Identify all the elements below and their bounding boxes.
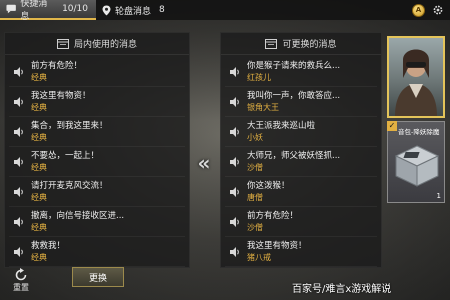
message-source: 沙僧 (247, 222, 263, 232)
replace-button[interactable]: 更换 (72, 267, 124, 287)
character-card[interactable] (387, 36, 445, 118)
message-title: 我这里有物资！ (247, 240, 307, 251)
reset-button[interactable]: 重置 (8, 268, 34, 296)
refresh-icon (15, 268, 27, 281)
message-item[interactable]: 你是猴子请来的救兵么... 红孩儿 (225, 57, 377, 87)
message-item[interactable]: 我这里有物资！ 猪八戒 (225, 237, 377, 267)
top-right-controls: A (412, 3, 450, 17)
message-source: 经典 (31, 132, 47, 142)
message-source: 经典 (31, 192, 47, 202)
chevron-left-icon[interactable]: « (193, 150, 215, 176)
speaker-icon (230, 96, 239, 107)
watermark-text: 百家号/难言x游戏解说 (292, 284, 392, 295)
message-item[interactable]: 我叫你一声，你敢答应... 银角大王 (225, 87, 377, 117)
speaker-icon (230, 186, 239, 197)
message-item[interactable]: 前方有危险！ 沙僧 (225, 207, 377, 237)
tab-quick-messages[interactable]: 快捷消息 10/10 (0, 0, 96, 22)
message-title: 前方有危险！ (247, 210, 299, 221)
message-item[interactable]: 你这泼猴！ 唐僧 (225, 177, 377, 207)
message-title: 大王派我来巡山啦 (247, 120, 316, 131)
message-source: 经典 (31, 222, 47, 232)
speaker-icon (14, 66, 23, 77)
message-title: 不要怂，一起上！ (31, 150, 100, 161)
message-item[interactable]: 集合，到我这里来！ 经典 (9, 117, 185, 147)
speaker-icon (230, 246, 239, 257)
replaceable-messages-panel: 可更换的消息 你是猴子请来的救兵么... 红孩儿 我叫你一声，你敢答应... 银… (220, 32, 382, 268)
tab-wheel-label: 轮盘消息 (115, 6, 152, 17)
speaker-icon (14, 156, 23, 167)
message-title: 前方有危险！ (31, 60, 83, 71)
message-title: 集合，到我这里来！ (31, 120, 108, 131)
tab-quick-count: 10/10 (62, 4, 88, 14)
message-item[interactable]: 前方有危险！ 经典 (9, 57, 185, 87)
message-item[interactable]: 不要怂，一起上！ 经典 (9, 147, 185, 177)
coin-icon[interactable]: A (412, 3, 425, 17)
reset-label: 重置 (13, 283, 29, 292)
in-game-messages-panel: 局内使用的消息 前方有危险！ 经典 我这里有物资！ 经典 集合，到我这里来！ 经… (4, 32, 190, 268)
message-item[interactable]: 撤离，向信号接收区进... 经典 (9, 207, 185, 237)
message-title: 我叫你一声，你敢答应... (247, 90, 341, 101)
supply-crate-icon (394, 145, 440, 187)
speaker-icon (230, 156, 239, 167)
message-source: 猪八戒 (247, 252, 271, 262)
check-icon: ✓ (387, 121, 397, 131)
message-window-icon (56, 38, 69, 49)
message-source: 小妖 (247, 132, 263, 142)
in-game-panel-title: 局内使用的消息 (73, 40, 137, 50)
message-title: 撤离，向信号接收区进... (31, 210, 125, 221)
speaker-icon (14, 246, 23, 257)
message-source: 红孩儿 (247, 72, 271, 82)
message-title: 你是猴子请来的救兵么... (247, 60, 341, 71)
speaker-icon (14, 216, 23, 227)
speaker-icon (14, 126, 23, 137)
tab-wheel-count: 8 (159, 5, 165, 15)
speaker-icon (230, 66, 239, 77)
message-title: 我这里有物资！ (31, 90, 91, 101)
in-game-panel-header: 局内使用的消息 (5, 33, 189, 55)
top-bar: 快捷消息 10/10 轮盘消息 8 A (0, 0, 450, 22)
message-title: 你这泼猴！ (247, 180, 290, 191)
message-item[interactable]: 救救我！ 经典 (9, 237, 185, 267)
message-title: 救救我！ (31, 240, 66, 251)
speaker-icon (230, 126, 239, 137)
replaceable-message-list: 你是猴子请来的救兵么... 红孩儿 我叫你一声，你敢答应... 银角大王 大王派… (221, 55, 381, 269)
replaceable-panel-title: 可更换的消息 (282, 40, 337, 50)
message-item[interactable]: 请打开麦克风交流！ 经典 (9, 177, 185, 207)
location-pin-icon (102, 5, 111, 15)
message-source: 银角大王 (247, 102, 279, 112)
message-item[interactable]: 大王派我来巡山啦 小妖 (225, 117, 377, 147)
speaker-icon (14, 186, 23, 197)
tab-quick-label: 快捷消息 (20, 0, 48, 22)
message-source: 经典 (31, 252, 47, 262)
speaker-icon (14, 96, 23, 107)
message-source: 经典 (31, 102, 47, 112)
voice-pack-count: 1 (436, 192, 441, 200)
voice-pack-card[interactable]: ✓ 音包-降妖除魔 1 (387, 121, 445, 203)
message-source: 经典 (31, 72, 47, 82)
chat-bubble-icon (6, 4, 16, 14)
message-title: 请打开麦克风交流！ (31, 180, 108, 191)
message-source: 经典 (31, 162, 47, 172)
replaceable-panel-header: 可更换的消息 (221, 33, 381, 55)
message-title: 大师兄，师父被妖怪抓... (247, 150, 341, 161)
speaker-icon (230, 216, 239, 227)
message-source: 沙僧 (247, 162, 263, 172)
message-source: 唐僧 (247, 192, 263, 202)
in-game-message-list: 前方有危险！ 经典 我这里有物资！ 经典 集合，到我这里来！ 经典 不要怂，一起… (5, 55, 189, 269)
message-item[interactable]: 大师兄，师父被妖怪抓... 沙僧 (225, 147, 377, 177)
character-portrait (395, 49, 437, 116)
voice-pack-label: 音包-降妖除魔 (398, 128, 440, 136)
message-window-icon (265, 38, 278, 49)
tab-wheel-messages[interactable]: 轮盘消息 8 (96, 0, 173, 20)
message-item[interactable]: 我这里有物资！ 经典 (9, 87, 185, 117)
gear-icon[interactable] (431, 4, 444, 17)
